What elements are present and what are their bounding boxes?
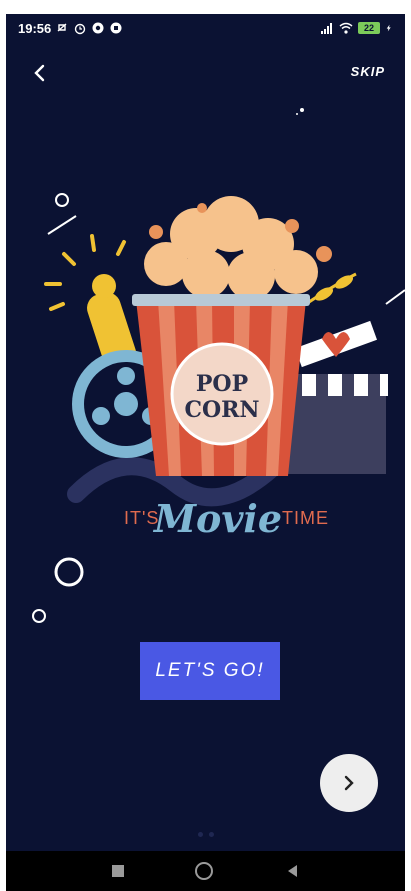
app-screen: 19:56 22 SKIP POP CORN IT'S Movie TIME L… — [6, 14, 405, 891]
status-right: 22 — [320, 21, 393, 35]
popcorn-label-bottom: CORN — [184, 397, 259, 423]
app-notification-icon — [92, 22, 104, 34]
signal-icon — [321, 23, 332, 34]
movie-time-illustration: POP CORN IT'S Movie TIME — [32, 108, 405, 623]
tagline-suffix: TIME — [282, 508, 329, 528]
back-triangle-icon[interactable] — [285, 863, 299, 879]
back-button[interactable] — [24, 58, 54, 88]
skip-button[interactable]: SKIP — [351, 64, 385, 79]
next-chevron-icon — [344, 775, 354, 791]
decor-line-1 — [47, 215, 77, 235]
charging-icon — [386, 24, 391, 32]
decor-ring-3 — [32, 609, 46, 623]
muted-notification-icon — [57, 23, 67, 32]
battery-indicator: 22 — [358, 22, 380, 34]
page-dot-2 — [208, 832, 214, 837]
status-bar: 19:56 22 — [6, 14, 405, 42]
popcorn-label-top: POP — [196, 371, 248, 397]
decor-dot-1 — [300, 108, 304, 112]
alarm-icon — [75, 23, 86, 35]
lets-go-button[interactable]: LET'S GO! — [140, 642, 280, 700]
popcorn-pile — [144, 196, 318, 300]
decor-line-2 — [385, 289, 405, 305]
next-button[interactable] — [320, 754, 378, 812]
wifi-icon — [339, 22, 353, 34]
page-dot-1 — [197, 832, 203, 837]
home-button[interactable] — [195, 862, 214, 880]
decor-ring-2 — [54, 557, 84, 587]
back-chevron-icon — [34, 64, 45, 82]
page-indicator — [6, 832, 405, 837]
status-time: 19:56 — [18, 20, 52, 36]
bucket-rim — [132, 294, 310, 306]
tagline-script: Movie — [152, 496, 282, 541]
system-navigation-bar — [6, 851, 405, 891]
recents-button[interactable] — [111, 865, 124, 877]
status-left: 19:56 — [18, 21, 123, 36]
top-bar: SKIP — [6, 58, 405, 88]
decor-ring-1 — [55, 193, 69, 207]
app-notification-icon-2 — [110, 22, 122, 34]
decor-dot-2 — [296, 113, 298, 115]
